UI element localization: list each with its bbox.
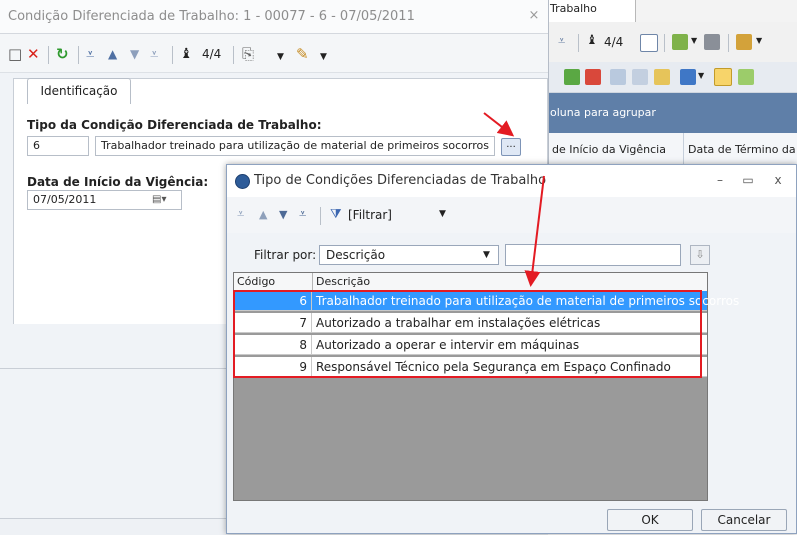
refresh-icon[interactable]: ↻ (56, 46, 69, 62)
printer-icon[interactable] (704, 34, 720, 50)
move-last-icon[interactable]: ⩡ (150, 46, 158, 62)
column-header-start-date[interactable]: de Início da Vigência (548, 133, 684, 167)
column-header-end-date[interactable]: Data de Término da (684, 133, 797, 167)
sum-icon[interactable] (632, 69, 648, 85)
column-header-descricao[interactable]: Descrição (313, 273, 707, 291)
move-first-icon[interactable]: ⩡ (237, 207, 244, 223)
grid-header: Código Descrição (234, 273, 707, 292)
filtrar-button[interactable]: [Filtrar] (348, 207, 392, 223)
attachment-icon[interactable]: ⎘ (242, 46, 254, 62)
export-icon[interactable] (672, 34, 688, 50)
chevron-down-icon[interactable]: ▼ (439, 209, 446, 219)
main-window-title: Condição Diferenciada de Trabalho: 1 - 0… (0, 0, 548, 34)
move-last-icon[interactable]: ⩡ (558, 34, 565, 49)
table-row[interactable]: 6 Trabalhador treinado para utilização d… (234, 291, 739, 311)
cancel-button[interactable]: Cancelar (701, 509, 787, 531)
chevron-down-icon[interactable]: ▼ (277, 49, 284, 65)
move-last-icon[interactable]: ⩡ (299, 207, 306, 223)
record-counter: 4/4 (604, 35, 624, 49)
table-row[interactable]: 7 Autorizado a trabalhar em instalações … (234, 313, 707, 333)
results-grid: Código Descrição 6 Trabalhador treinado … (233, 272, 739, 501)
cell-descricao: Trabalhador treinado para utilização de … (316, 294, 740, 308)
close-icon[interactable]: x (771, 173, 785, 187)
data-inicio-label: Data de Início da Vigência: (27, 175, 209, 189)
cell-codigo: 6 (234, 291, 312, 311)
edit-icon[interactable] (654, 69, 670, 85)
tools-icon[interactable] (736, 34, 752, 50)
binoculars-icon[interactable]: ♝ (586, 33, 598, 48)
toolbar-separator (172, 46, 173, 64)
filter-field-select[interactable]: Descrição (319, 245, 499, 265)
move-down-icon[interactable] (564, 69, 580, 85)
move-down-icon[interactable]: ▼ (130, 46, 139, 62)
ok-button[interactable]: OK (607, 509, 693, 531)
cell-descricao: Autorizado a trabalhar em instalações el… (316, 316, 601, 330)
tools-icon[interactable]: ✎ (296, 46, 309, 62)
toolbar-separator (728, 34, 729, 52)
column-header-codigo[interactable]: Código (234, 273, 313, 291)
tipo-condicao-label: Tipo da Condição Diferenciada de Trabalh… (27, 118, 322, 132)
lookup-button[interactable]: ... (501, 138, 521, 156)
move-up-icon[interactable]: ▲ (108, 46, 117, 62)
filtrar-por-label: Filtrar por: (254, 248, 317, 262)
cell-descricao: Autorizado a operar e intervir em máquin… (316, 338, 580, 352)
minimize-icon[interactable]: – (713, 173, 727, 187)
form-icon[interactable] (610, 69, 626, 85)
move-first-icon[interactable]: ⩡ (86, 46, 94, 62)
dialog-title-bar: Tipo de Condições Diferenciadas de Traba… (227, 165, 796, 198)
tipo-codigo-input[interactable]: 6 (27, 136, 89, 156)
toolbar-separator (320, 207, 321, 225)
lookup-dialog: Tipo de Condições Diferenciadas de Traba… (226, 164, 797, 534)
filter-value-input[interactable] (505, 244, 681, 266)
grid-view-icon[interactable] (640, 34, 658, 52)
move-down-icon[interactable]: ▼ (279, 207, 287, 223)
calendar-icon[interactable]: ▤▾ (152, 193, 178, 207)
delete-icon[interactable]: ✕ (27, 46, 40, 62)
tab-identificacao[interactable]: Identificação (27, 78, 131, 104)
group-by-panel[interactable]: oluna para agrupar (548, 93, 797, 133)
chevron-down-icon[interactable]: ▼ (691, 36, 697, 45)
table-row[interactable]: 9 Responsável Técnico pela Segurança em … (234, 357, 707, 377)
panel-icon[interactable] (738, 69, 754, 85)
chart-icon[interactable] (680, 69, 696, 85)
dialog-title: Tipo de Condições Diferenciadas de Traba… (254, 173, 547, 188)
chevron-down-icon[interactable]: ▼ (483, 249, 490, 261)
chevron-down-icon[interactable]: ▼ (756, 36, 762, 45)
move-up-icon[interactable]: ▲ (259, 207, 267, 223)
table-row[interactable]: 8 Autorizado a operar e intervir em máqu… (234, 335, 707, 355)
close-icon[interactable]: × (527, 9, 541, 23)
chevron-down-icon[interactable]: ▼ (698, 71, 704, 80)
background-secondary-toolbar: ▼ (548, 62, 797, 93)
layout-icon[interactable] (714, 68, 732, 86)
tipo-descricao-input[interactable]: Trabalhador treinado para utilização de … (95, 136, 495, 156)
cell-codigo: 7 (234, 313, 312, 333)
toolbar-separator (664, 34, 665, 52)
chevron-down-icon[interactable]: ▼ (320, 49, 327, 65)
background-column-header: de Início da Vigência Data de Término da (548, 133, 797, 168)
filter-icon[interactable]: ⧩ (330, 207, 342, 223)
main-toolbar: □ ✕ ↻ ⩡ ▲ ▼ ⩡ ♝ 4/4 ⎘ ▼ ✎ ▼ (0, 34, 548, 73)
apply-filter-icon[interactable]: ⇩ (690, 245, 710, 265)
cell-codigo: 8 (234, 335, 312, 355)
background-toolbar: ⩡ ♝ 4/4 ▼ ▼ (548, 22, 797, 63)
cell-descricao: Responsável Técnico pela Segurança em Es… (316, 360, 671, 374)
toolbar-separator (48, 46, 49, 64)
toolbar-separator (78, 46, 79, 64)
app-icon (235, 174, 250, 189)
binoculars-icon[interactable]: ♝ (180, 46, 193, 62)
maximize-icon[interactable]: ▭ (741, 173, 755, 187)
record-counter: 4/4 (202, 47, 222, 61)
cell-codigo: 9 (234, 357, 312, 377)
dialog-toolbar: ⩡ ▲ ▼ ⩡ ⧩ [Filtrar] ▼ (227, 197, 796, 233)
toolbar-separator (233, 46, 234, 64)
move-up-icon[interactable] (585, 69, 601, 85)
new-document-icon[interactable]: □ (8, 46, 22, 62)
background-tab-bar: Trabalho (548, 0, 797, 23)
toolbar-separator (578, 34, 579, 52)
background-tab[interactable]: Trabalho (548, 0, 636, 22)
